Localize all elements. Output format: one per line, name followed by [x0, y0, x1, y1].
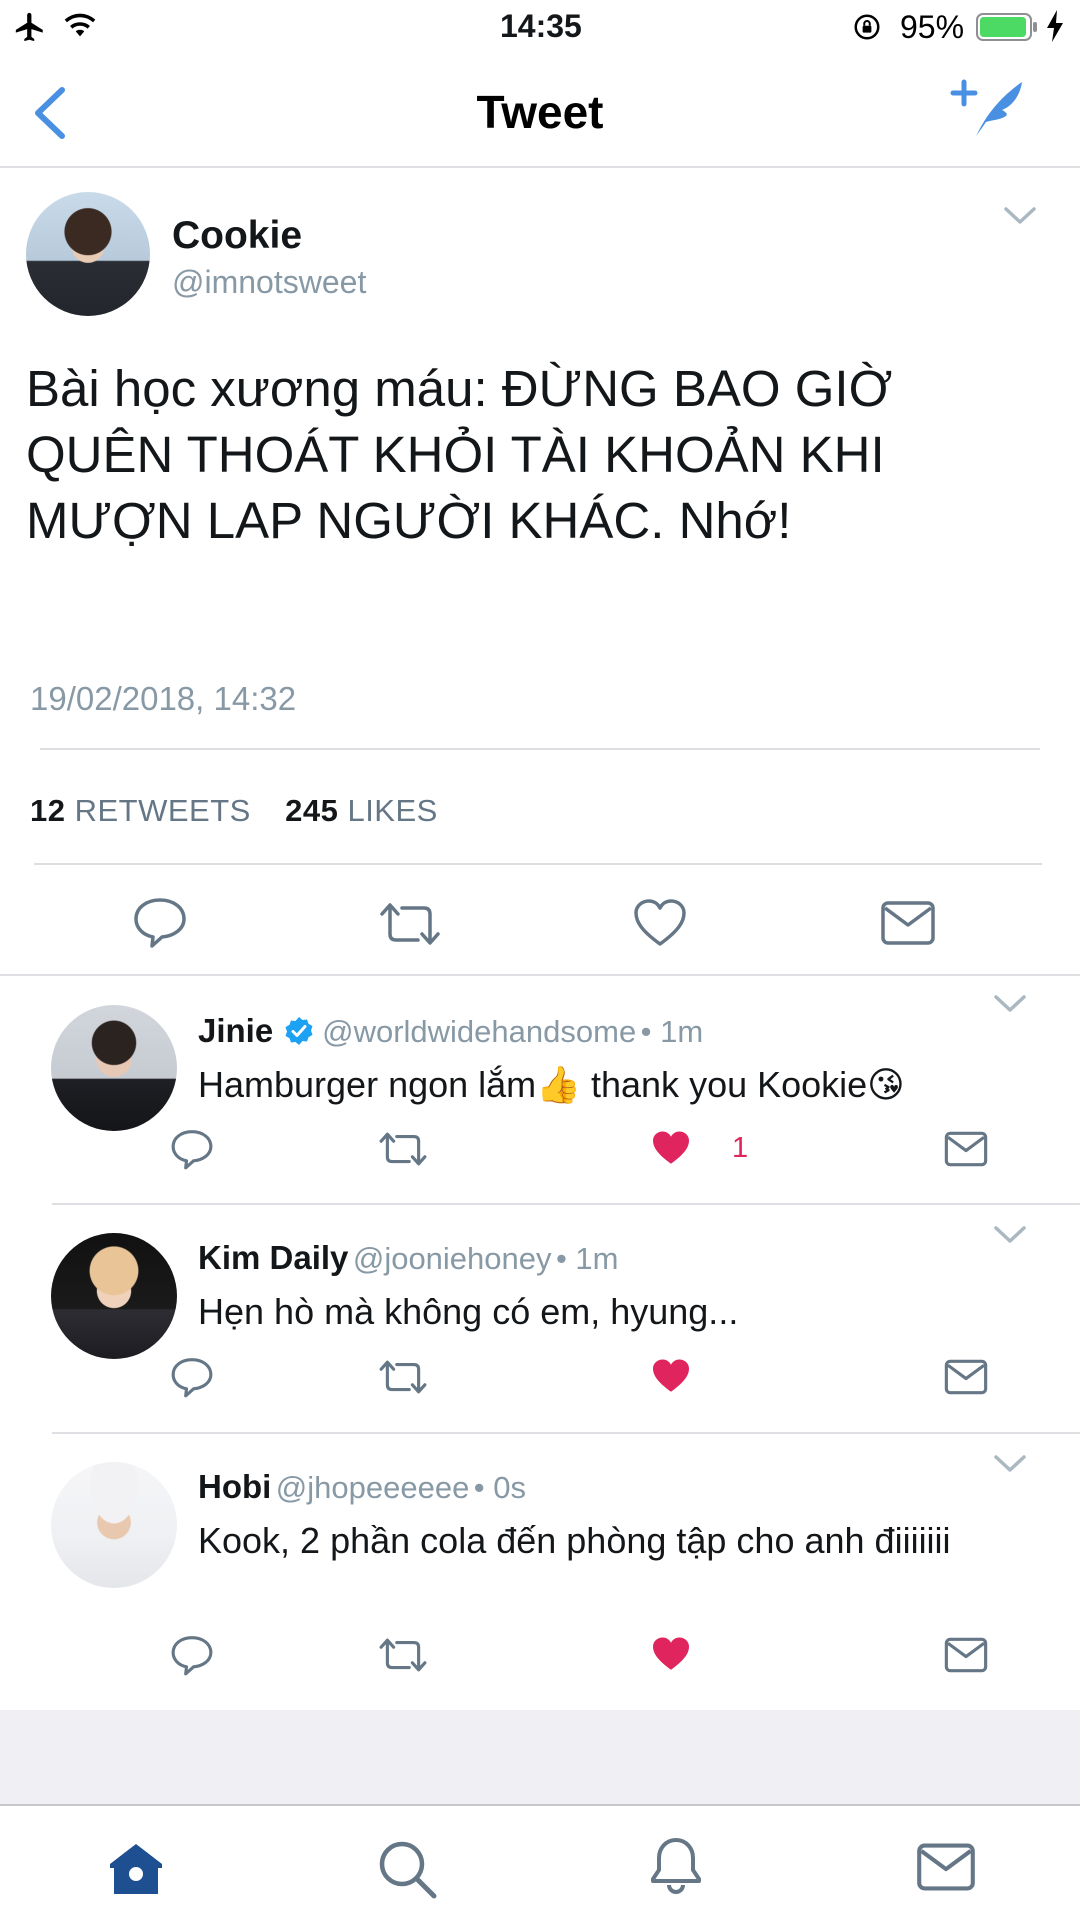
- nav-bar: Tweet: [0, 56, 1080, 166]
- rotation-lock-icon: [852, 12, 882, 42]
- reply-icon[interactable]: [132, 896, 188, 948]
- direct-message-icon[interactable]: [944, 1130, 988, 1168]
- chevron-down-icon[interactable]: [992, 1452, 1028, 1476]
- reply-icon[interactable]: [170, 1634, 214, 1676]
- reply-item[interactable]: Jinie @worldwidehandsome • 1m Hamburger …: [0, 976, 1080, 1202]
- reply-like-count: 1: [732, 1132, 749, 1164]
- verified-badge-icon: [284, 1016, 314, 1046]
- tweet-timestamp: 19/02/2018, 14:32: [30, 680, 297, 717]
- tweet-stats: 12 RETWEETS 245 LIKES: [30, 793, 438, 829]
- reply-item[interactable]: Hobi @jhopeeeeee • 0s Kook, 2 phần cola …: [0, 1434, 1080, 1710]
- stats-top-divider: [40, 748, 1040, 750]
- reply-header: Hobi @jhopeeeeee • 0s: [198, 1468, 526, 1506]
- charging-bolt-icon: [1044, 9, 1066, 43]
- retweet-icon[interactable]: [378, 1130, 428, 1168]
- battery-icon: [976, 12, 1038, 42]
- retweet-count[interactable]: 12: [30, 793, 65, 828]
- retweet-icon[interactable]: [378, 1358, 428, 1396]
- like-icon[interactable]: [632, 898, 688, 948]
- like-label[interactable]: LIKES: [347, 793, 437, 828]
- messages-icon[interactable]: [916, 1842, 976, 1892]
- tab-bar: [0, 1806, 1080, 1920]
- retweet-label[interactable]: RETWEETS: [75, 793, 251, 828]
- reply-avatar[interactable]: [51, 1462, 177, 1588]
- compose-tweet-icon[interactable]: [950, 76, 1026, 142]
- direct-message-icon[interactable]: [880, 900, 936, 946]
- chevron-down-icon[interactable]: [1002, 204, 1038, 228]
- reply-author-handle[interactable]: @jhopeeeeee: [276, 1470, 470, 1505]
- reply-author-handle[interactable]: @jooniehoney: [353, 1241, 552, 1276]
- like-count[interactable]: 245: [285, 793, 338, 828]
- reply-time: • 0s: [473, 1470, 526, 1505]
- reply-header: Kim Daily @jooniehoney • 1m: [198, 1239, 619, 1277]
- notifications-bell-icon[interactable]: [646, 1834, 706, 1896]
- timeline-end-spacer: [0, 1710, 1080, 1804]
- chevron-down-icon[interactable]: [992, 1223, 1028, 1247]
- reply-text: Hamburger ngon lắm👍 thank you Kookie😘: [198, 1064, 905, 1105]
- battery-percent: 95%: [900, 9, 965, 45]
- reply-author-name[interactable]: Kim Daily: [198, 1239, 348, 1276]
- airplane-icon: [12, 10, 48, 44]
- tweet-text: Bài học xương máu: ĐỪNG BAO GIỜ QUÊN THO…: [26, 360, 893, 549]
- chevron-down-icon[interactable]: [992, 992, 1028, 1016]
- retweet-icon[interactable]: [378, 900, 442, 948]
- direct-message-icon[interactable]: [944, 1358, 988, 1396]
- like-filled-icon[interactable]: [650, 1356, 692, 1396]
- reply-text: Hẹn hò mà không có em, hyung...: [198, 1291, 739, 1332]
- search-icon[interactable]: [376, 1838, 438, 1900]
- reply-item[interactable]: Kim Daily @jooniehoney • 1m Hẹn hò mà kh…: [0, 1205, 1080, 1431]
- author-avatar[interactable]: [26, 192, 150, 316]
- tweet-action-bar: [0, 870, 1080, 970]
- reply-icon[interactable]: [170, 1356, 214, 1398]
- author-name[interactable]: Cookie: [172, 214, 302, 258]
- retweet-icon[interactable]: [378, 1636, 428, 1674]
- reply-header: Jinie @worldwidehandsome • 1m: [198, 1012, 703, 1050]
- status-bar: 14:35 95%: [0, 0, 1080, 56]
- reply-time: • 1m: [555, 1241, 619, 1276]
- reply-author-handle[interactable]: @worldwidehandsome: [322, 1014, 636, 1049]
- reply-avatar[interactable]: [51, 1005, 177, 1131]
- author-handle[interactable]: @imnotsweet: [172, 264, 366, 301]
- reply-author-name[interactable]: Hobi: [198, 1468, 271, 1505]
- reply-icon[interactable]: [170, 1128, 214, 1170]
- reply-time: • 1m: [640, 1014, 704, 1049]
- reply-avatar[interactable]: [51, 1233, 177, 1359]
- reply-text: Kook, 2 phần cola đến phòng tập cho anh …: [198, 1520, 951, 1561]
- like-filled-icon[interactable]: [650, 1634, 692, 1674]
- status-time: 14:35: [500, 8, 582, 44]
- wifi-icon: [62, 8, 98, 42]
- stats-bottom-divider: [34, 863, 1042, 865]
- home-icon[interactable]: [104, 1840, 168, 1896]
- like-filled-icon[interactable]: [650, 1128, 692, 1168]
- direct-message-icon[interactable]: [944, 1636, 988, 1674]
- page-title: Tweet: [476, 86, 604, 138]
- reply-author-name[interactable]: Jinie: [198, 1012, 273, 1049]
- nav-divider: [0, 166, 1080, 168]
